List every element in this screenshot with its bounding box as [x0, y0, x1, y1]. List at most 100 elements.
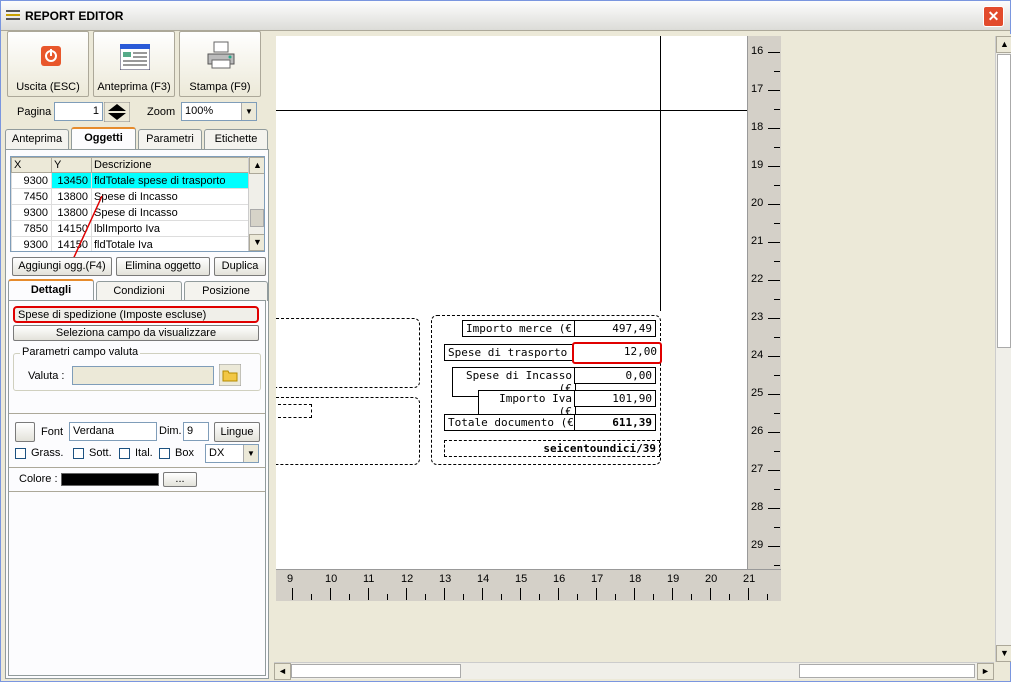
ruler-minor-tick: [691, 594, 692, 600]
totale-documento-value[interactable]: 611,39: [574, 414, 656, 431]
ruler-minor-tick: [349, 594, 350, 600]
col-header-desc[interactable]: Descrizione: [91, 157, 249, 173]
underline-checkbox[interactable]: [73, 448, 84, 459]
table-row[interactable]: 7450 13800 Spese di Incasso: [11, 188, 249, 205]
canvas-horizontal-scrollbar[interactable]: ◄ ►: [274, 662, 994, 680]
page-label: Pagina: [17, 106, 52, 118]
ruler-tick: [520, 588, 521, 600]
canvas-vertical-scrollbar[interactable]: ▲ ▼: [995, 36, 1011, 662]
ruler-minor-tick: [774, 261, 780, 262]
table-row[interactable]: 9300 14150 fldTotale Iva: [11, 236, 249, 251]
tab-posizione[interactable]: Posizione: [184, 281, 268, 301]
table-row[interactable]: 9300 13450 fldTotale spese di trasporto: [11, 172, 249, 189]
ruler-tick-label: 20: [751, 197, 764, 209]
ruler-minor-tick: [774, 527, 780, 528]
color-label: Colore :: [19, 473, 58, 485]
ruler-minor-tick: [501, 594, 502, 600]
tab-condizioni[interactable]: Condizioni: [96, 281, 182, 301]
ruler-tick: [558, 588, 559, 600]
tab-parametri[interactable]: Parametri: [138, 129, 202, 149]
ruler-tick-label: 19: [751, 159, 764, 171]
tab-oggetti[interactable]: Oggetti: [71, 127, 136, 149]
font-color-button[interactable]: [15, 422, 35, 442]
font-name-input[interactable]: Verdana: [69, 422, 157, 441]
close-icon[interactable]: ✕: [983, 6, 1004, 27]
tab-etichette[interactable]: Etichette: [204, 129, 268, 149]
add-object-button[interactable]: Aggiungi ogg.(F4): [12, 257, 112, 276]
col-header-x[interactable]: X: [11, 157, 52, 173]
preview-button[interactable]: Anteprima (F3): [93, 31, 175, 97]
select-field-button[interactable]: Seleziona campo da visualizzare: [13, 325, 259, 341]
box-checkbox[interactable]: [159, 448, 170, 459]
ruler-tick: [768, 204, 780, 205]
ruler-tick: [748, 588, 749, 600]
scroll-thumb[interactable]: [291, 664, 461, 678]
ruler-tick-label: 21: [751, 235, 764, 247]
ruler-minor-tick: [774, 337, 780, 338]
scroll-up-icon[interactable]: ▲: [249, 157, 264, 174]
total-in-words[interactable]: seicentoundici/39: [444, 440, 660, 457]
ruler-tick: [768, 128, 780, 129]
spese-trasporto-value[interactable]: 12,00: [572, 342, 662, 364]
report-page[interactable]: Importo merce (€ 497,49 Spese di traspor…: [276, 36, 747, 569]
field-value-input[interactable]: Spese di spedizione (Imposte escluse): [13, 306, 259, 323]
scroll-right-icon[interactable]: ►: [977, 663, 994, 680]
importo-merce-label[interactable]: Importo merce (€: [462, 320, 576, 337]
print-button[interactable]: Stampa (F9): [179, 31, 261, 97]
bold-checkbox[interactable]: [15, 448, 26, 459]
currency-input[interactable]: [72, 366, 214, 385]
ruler-minor-tick: [774, 489, 780, 490]
page-spinner-icon[interactable]: [104, 102, 130, 122]
scroll-thumb[interactable]: [250, 209, 264, 227]
ruler-tick-label: 12: [401, 573, 414, 585]
cell-desc: fldTotale spese di trasporto: [91, 172, 249, 189]
tab-dettagli[interactable]: Dettagli: [8, 279, 94, 301]
chevron-down-icon[interactable]: ▼: [243, 445, 258, 462]
ruler-tick-label: 25: [751, 387, 764, 399]
ruler-tick-label: 20: [705, 573, 718, 585]
ruler-tick: [768, 394, 780, 395]
exit-label: Uscita (ESC): [16, 81, 80, 93]
languages-button[interactable]: Lingue: [214, 422, 260, 442]
align-select[interactable]: DX ▼: [205, 444, 259, 463]
scroll-down-icon[interactable]: ▼: [249, 234, 264, 251]
ruler-tick: [768, 280, 780, 281]
importo-merce-value[interactable]: 497,49: [574, 320, 656, 337]
page-input[interactable]: 1: [54, 102, 103, 121]
scroll-thumb[interactable]: [997, 54, 1011, 348]
folder-icon[interactable]: [219, 364, 241, 386]
scroll-left-icon[interactable]: ◄: [274, 663, 291, 680]
chevron-down-icon[interactable]: ▼: [241, 103, 256, 120]
scroll-thumb-secondary[interactable]: [799, 664, 975, 678]
color-picker-button[interactable]: ...: [163, 472, 197, 487]
zoom-select[interactable]: 100% ▼: [181, 102, 257, 121]
cell-x: 9300: [11, 236, 52, 251]
ruler-tick-label: 16: [553, 573, 566, 585]
separator: [9, 467, 265, 468]
spese-incasso-value[interactable]: 0,00: [574, 367, 656, 384]
table-scrollbar[interactable]: ▲ ▼: [248, 157, 264, 251]
ruler-tick: [596, 588, 597, 600]
ruler-tick-label: 15: [515, 573, 528, 585]
importo-iva-value[interactable]: 101,90: [574, 390, 656, 407]
objects-panel: X Y Descrizione 9300 13450 fldTotale spe…: [5, 149, 269, 679]
scroll-down-icon[interactable]: ▼: [996, 645, 1011, 662]
table-row[interactable]: 7850 14150 lblImporto Iva: [11, 220, 249, 237]
table-row[interactable]: 9300 13800 Spese di Incasso: [11, 204, 249, 221]
preview-label: Anteprima (F3): [97, 81, 171, 93]
duplicate-button[interactable]: Duplica: [214, 257, 266, 276]
exit-button[interactable]: Uscita (ESC): [7, 31, 89, 97]
dim-label: Dim.: [159, 425, 182, 437]
ruler-tick: [368, 588, 369, 600]
italic-checkbox[interactable]: [119, 448, 130, 459]
tab-anteprima[interactable]: Anteprima: [5, 129, 69, 149]
spese-trasporto-label[interactable]: Spese di trasporto (€: [444, 344, 576, 361]
totale-documento-label[interactable]: Totale documento (€: [444, 414, 576, 431]
col-header-y[interactable]: Y: [51, 157, 92, 173]
delete-object-button[interactable]: Elimina oggetto: [116, 257, 210, 276]
scroll-up-icon[interactable]: ▲: [996, 36, 1011, 53]
ruler-minor-tick: [774, 299, 780, 300]
font-size-input[interactable]: 9: [183, 422, 209, 441]
ruler-tick: [330, 588, 331, 600]
currency-label: Valuta :: [28, 370, 65, 382]
